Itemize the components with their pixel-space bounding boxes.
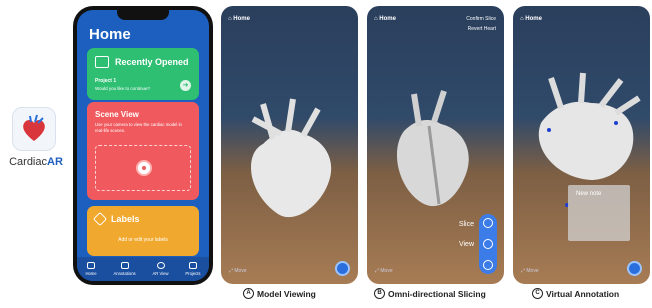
tag-icon (120, 262, 129, 269)
annotated-heart-model[interactable] (521, 68, 646, 188)
tab-bar: Home Annotations AR View Projects (77, 257, 209, 281)
recently-opened-label: Recently Opened (115, 57, 189, 67)
camera-area[interactable] (95, 145, 191, 191)
heart-icon (23, 114, 45, 141)
home-screen: Home Recently Opened Project 1 Would you… (77, 10, 209, 281)
confirm-slice-button[interactable]: Confirm Slice (466, 16, 496, 22)
app-name: CardiacAR (9, 156, 63, 168)
labels-label: Labels (111, 214, 140, 224)
home-icon (87, 262, 96, 269)
move-hint: ⤢ Move (229, 268, 247, 274)
home-button[interactable]: ⌂ Home (228, 16, 250, 22)
menu-button[interactable] (627, 261, 642, 276)
slice-icon[interactable] (483, 218, 493, 228)
close-icon[interactable] (483, 260, 493, 270)
caption-c: C Virtual Annotation (532, 288, 619, 299)
heart-model[interactable] (233, 94, 343, 224)
menu-button[interactable] (335, 261, 350, 276)
annotation-screen: ⌂ Home New note ⤢ Move (513, 6, 650, 284)
tab-projects[interactable]: Projects (185, 262, 201, 276)
view-label: View (458, 241, 474, 248)
figure: CardiacAR Home Recently Opened Project 1… (0, 0, 652, 308)
move-hint: ⤢ Move (375, 268, 393, 274)
home-button[interactable]: ⌂ Home (374, 16, 396, 22)
scene-view-description: Use your camera to view the cardiac mode… (95, 122, 182, 133)
note-text: New note (576, 191, 602, 197)
heart-app-icon[interactable] (12, 107, 56, 151)
move-hint: ⤢ Move (521, 268, 539, 274)
scene-view-card[interactable]: Scene View Use your camera to view the c… (87, 102, 199, 200)
note-panel[interactable]: New note (568, 185, 630, 241)
folder-icon (188, 262, 197, 269)
revert-heart-button[interactable]: Revert Heart (468, 26, 496, 32)
book-icon (95, 56, 109, 68)
page-title: Home (89, 26, 131, 43)
annotation-point[interactable] (614, 121, 618, 125)
tag-icon (92, 211, 108, 227)
scene-view-label: Scene View (95, 110, 139, 119)
continue-arrow-icon[interactable]: ➜ (180, 80, 191, 91)
tab-home[interactable]: Home (85, 262, 97, 276)
annotation-point[interactable] (547, 128, 551, 132)
phone-frame: Home Recently Opened Project 1 Would you… (73, 6, 213, 285)
view-icon[interactable] (483, 239, 493, 249)
labels-description: Add or edit your labels (118, 237, 168, 243)
slice-label: Slice (458, 221, 474, 228)
slicing-screen: ⌂ Home Confirm Slice Revert Heart Slice … (367, 6, 504, 284)
ar-icon (156, 262, 165, 269)
tab-ar-view[interactable]: AR View (153, 262, 169, 276)
sliced-heart-model[interactable] (379, 86, 479, 216)
labels-card[interactable]: Labels Add or edit your labels (87, 206, 199, 256)
tab-annotations[interactable]: Annotations (114, 262, 136, 276)
notch (117, 10, 169, 20)
caption-b: B Omni-directional Slicing (374, 288, 486, 299)
slice-controls (479, 214, 497, 274)
continue-prompt: Would you like to continue? (95, 86, 150, 91)
home-button[interactable]: ⌂ Home (520, 16, 542, 22)
caption-a: A Model Viewing (243, 288, 316, 299)
project-name: Project 1 (95, 78, 117, 84)
model-viewing-screen: ⌂ Home ⤢ Move (221, 6, 358, 284)
recently-opened-card[interactable]: Recently Opened Project 1 Would you like… (87, 48, 199, 100)
camera-icon[interactable] (136, 160, 152, 176)
